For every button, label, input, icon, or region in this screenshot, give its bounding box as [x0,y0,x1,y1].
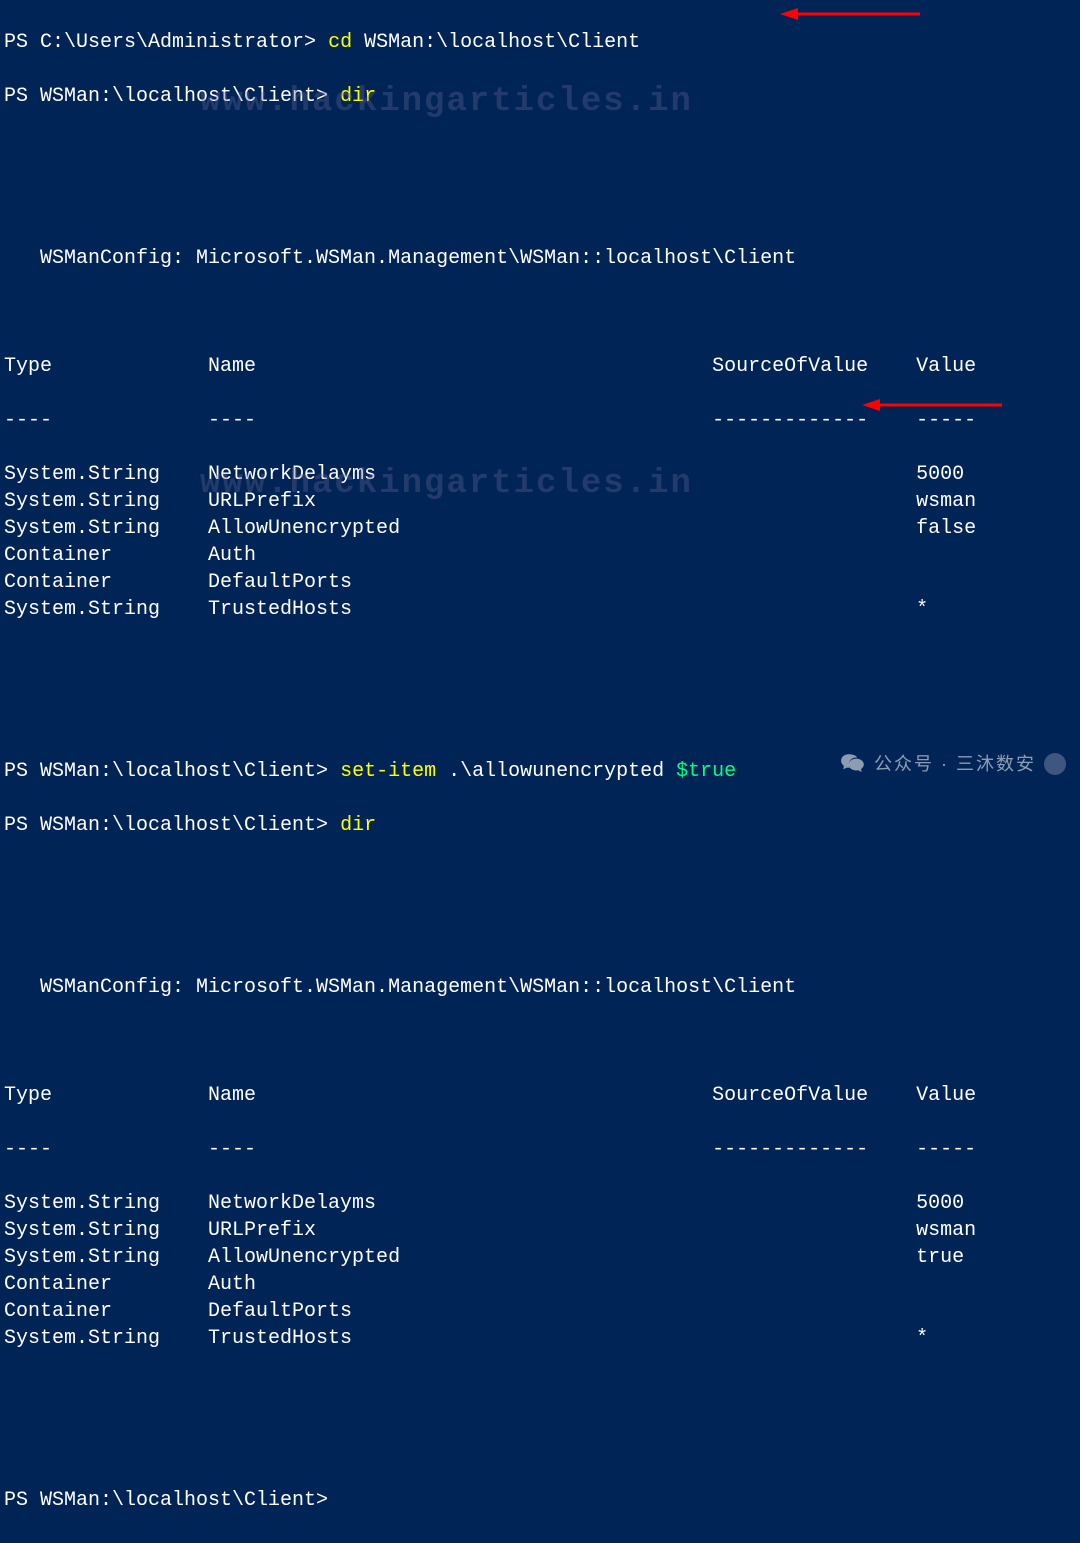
table-row: System.String NetworkDelayms 5000 [4,461,1076,488]
command-arg-true: $true [676,760,736,783]
prompt: PS C:\Users\Administrator> [4,31,328,54]
table-row: System.String URLPrefix wsman [4,488,1076,515]
table-row: System.String TrustedHosts * [4,596,1076,623]
table-header-row: Type Name SourceOfValue Value [4,1082,1076,1109]
config-header: WSManConfig: Microsoft.WSMan.Management\… [4,974,1076,1001]
prompt: PS WSMan:\localhost\Client> [4,760,340,783]
table-row: System.String NetworkDelayms 5000 [4,1190,1076,1217]
command: cd [328,31,364,54]
command: dir [340,814,376,837]
table-row: System.String URLPrefix wsman [4,1217,1076,1244]
table-dash-row: ---- ---- ------------- ----- [4,1136,1076,1163]
command-arg: .\allowunencrypted [448,760,676,783]
table-row: System.String TrustedHosts * [4,1325,1076,1352]
arrow-annotation-icon [862,395,1002,411]
table-row: Container Auth [4,542,1076,569]
config-header: WSManConfig: Microsoft.WSMan.Management\… [4,245,1076,272]
command-arg: WSMan:\localhost\Client [364,31,640,54]
prompt: PS WSMan:\localhost\Client> [4,1489,328,1512]
command: set-item [340,760,448,783]
table-row: System.String AllowUnencrypted false [4,515,1076,542]
arrow-annotation-icon [780,4,920,20]
table-row: System.String AllowUnencrypted true [4,1244,1076,1271]
command: dir [340,85,376,108]
footer-text: 公众号 · 三沐数安 [874,752,1036,776]
footer-logo-icon [1044,753,1066,775]
footer-attribution: 公众号 · 三沐数安 [840,751,1066,777]
table-row: Container Auth [4,1271,1076,1298]
table-header-row: Type Name SourceOfValue Value [4,353,1076,380]
prompt: PS WSMan:\localhost\Client> [4,814,340,837]
wechat-icon [840,751,866,777]
table-row: Container DefaultPorts [4,569,1076,596]
table-row: Container DefaultPorts [4,1298,1076,1325]
prompt: PS WSMan:\localhost\Client> [4,85,340,108]
